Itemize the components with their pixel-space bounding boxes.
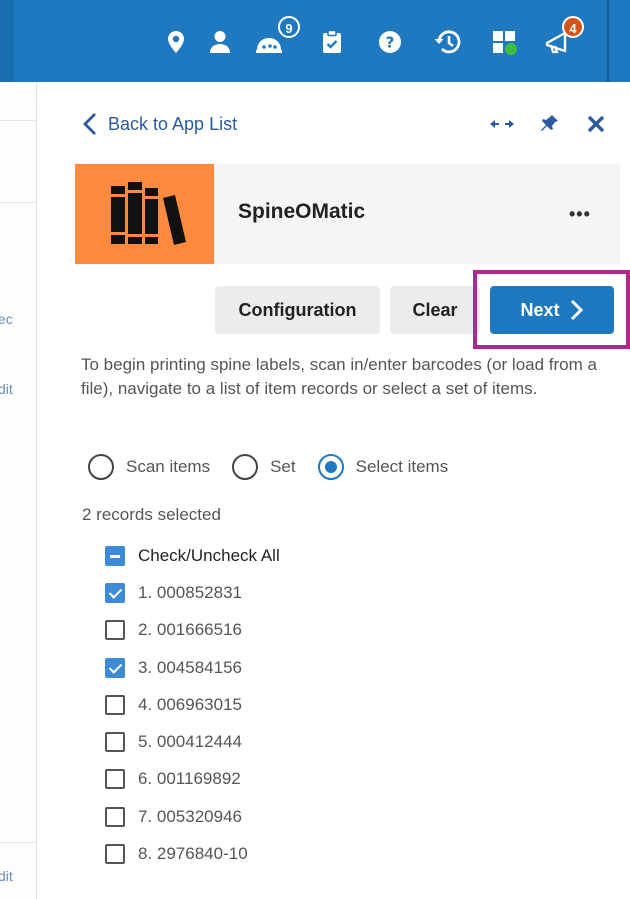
item-checkbox[interactable] <box>105 806 125 827</box>
strip-divider <box>0 120 36 121</box>
background-page-strip: ec dit dit <box>0 82 36 899</box>
back-to-app-list-link[interactable]: Back to App List <box>82 111 237 137</box>
list-item[interactable]: 5. 000412444 <box>105 731 248 753</box>
check-uncheck-all[interactable]: Check/Uncheck All <box>105 544 280 568</box>
item-label: 7. 005320946 <box>138 806 242 826</box>
item-label: 2. 001666516 <box>138 620 242 640</box>
back-link-label: Back to App List <box>108 113 238 134</box>
list-item[interactable]: 6. 001169892 <box>105 768 248 790</box>
item-checkbox[interactable] <box>105 657 125 678</box>
configuration-button[interactable]: Configuration <box>215 286 380 334</box>
strip-divider <box>0 202 36 203</box>
item-checkbox[interactable] <box>105 732 125 753</box>
background-snippet: ec <box>0 311 13 327</box>
list-item[interactable]: 7. 005320946 <box>105 806 248 828</box>
item-label: 4. 006963015 <box>138 694 242 714</box>
next-button-highlight <box>473 270 630 349</box>
list-item[interactable]: 1. 000852831 <box>105 582 248 604</box>
item-label: 1. 000852831 <box>138 583 242 602</box>
app-name: SpineOMatic <box>238 200 366 223</box>
item-checkbox[interactable] <box>105 844 125 865</box>
history-icon[interactable] <box>433 28 461 56</box>
background-snippet: dit <box>0 381 13 397</box>
list-item[interactable]: 8. 2976840-10 <box>105 843 248 865</box>
clear-button[interactable]: Clear <box>390 286 480 334</box>
expand-width-icon[interactable] <box>489 116 515 137</box>
list-item[interactable]: 4. 006963015 <box>105 694 248 716</box>
strip-divider <box>0 842 36 843</box>
chevron-left-icon <box>83 113 96 135</box>
pin-icon[interactable] <box>540 113 560 140</box>
notifications-badge: 9 <box>278 16 300 38</box>
check-all-label: Check/Uncheck All <box>138 546 280 565</box>
radio-set[interactable] <box>232 454 259 480</box>
app-card: SpineOMatic ••• <box>75 164 620 264</box>
item-label: 3. 004584156 <box>138 657 242 677</box>
notifications-icon[interactable] <box>254 28 282 56</box>
topbar-left-edge <box>0 0 14 82</box>
item-label: 8. 2976840-10 <box>138 844 248 864</box>
more-options-icon[interactable]: ••• <box>569 204 591 225</box>
radio-label-select-items: Select items <box>355 457 449 476</box>
instructions-text: To begin printing spine labels, scan in/… <box>81 355 597 398</box>
close-icon[interactable] <box>586 114 606 139</box>
top-navigation-bar: 9 ? 4 <box>0 0 630 82</box>
background-snippet: dit <box>0 868 13 884</box>
item-checkbox[interactable] <box>105 769 125 790</box>
radio-select-items[interactable] <box>317 454 344 480</box>
check-all-checkbox[interactable] <box>105 546 125 566</box>
item-checkbox[interactable] <box>105 620 125 641</box>
radio-scan-items[interactable] <box>88 454 114 480</box>
item-label: 5. 000412444 <box>138 732 242 752</box>
panel-left-border <box>36 82 37 899</box>
topbar-separator <box>607 0 609 82</box>
user-icon[interactable] <box>206 28 234 56</box>
location-pin-icon[interactable] <box>162 28 190 56</box>
list-item[interactable]: 2. 001666516 <box>105 619 248 641</box>
radio-label-scan-items: Scan items <box>126 457 211 476</box>
item-label: 6. 001169892 <box>138 769 241 789</box>
books-icon <box>111 182 186 245</box>
tasks-clipboard-icon[interactable] <box>318 28 346 56</box>
radio-label-set: Set <box>270 457 296 476</box>
records-selected-count: 2 records selected <box>82 505 221 524</box>
item-list: 1. 000852831 2. 001666516 3. 004584156 4… <box>105 582 248 880</box>
list-item[interactable]: 3. 004584156 <box>105 657 248 679</box>
svg-text:?: ? <box>386 34 395 52</box>
announcements-badge: 4 <box>562 16 584 38</box>
item-checkbox[interactable] <box>105 583 125 603</box>
dashboard-widgets-icon[interactable] <box>490 28 518 56</box>
item-checkbox[interactable] <box>105 694 125 715</box>
mode-radio-group: Scan items Set Select items <box>88 453 470 481</box>
app-logo <box>75 164 214 264</box>
help-icon[interactable]: ? <box>376 28 404 56</box>
